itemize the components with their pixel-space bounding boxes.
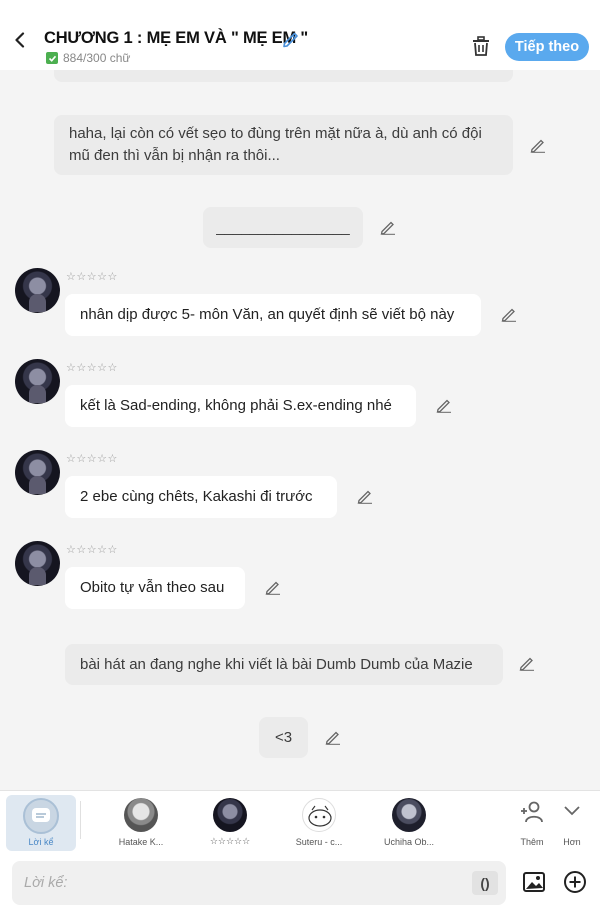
character-bubble[interactable]: Obito tự vẫn theo sau [65, 567, 245, 609]
message-text: 2 ebe cùng chêts, Kakashi đi trước [80, 488, 313, 505]
parenthesis-button[interactable]: () [472, 871, 498, 895]
message-text: nhân dịp được 5- môn Văn, an quyết định … [80, 306, 455, 323]
narration-bubble[interactable]: ________________ [203, 207, 363, 248]
edit-pencil-icon[interactable] [501, 306, 517, 322]
image-icon[interactable] [522, 870, 546, 894]
divider [80, 801, 81, 839]
word-count-text: 884/300 chữ [63, 51, 131, 65]
avatar [392, 798, 426, 832]
character-option-label: Hatake K... [118, 837, 164, 847]
chevron-down-icon [564, 806, 580, 816]
add-circle-icon[interactable] [563, 870, 587, 894]
message-text: Obito tự vẫn theo sau [80, 579, 225, 596]
message-text: bài hát an đang nghe khi viết là bài Dum… [80, 655, 473, 673]
character-name: ☆☆☆☆☆ [66, 543, 118, 556]
composer: Lời kể: () [0, 856, 600, 909]
check-icon [46, 52, 58, 64]
trash-icon[interactable] [470, 35, 492, 57]
add-label: Thêm [520, 837, 544, 847]
add-person-icon [521, 801, 543, 823]
character-avatar[interactable] [15, 268, 60, 313]
character-name: ☆☆☆☆☆ [66, 270, 118, 283]
character-bubble[interactable]: nhân dịp được 5- môn Văn, an quyết định … [65, 294, 481, 336]
message-text: ________________ [216, 218, 350, 236]
word-count: 884/300 chữ [46, 51, 130, 65]
character-option-uchiha[interactable]: Uchiha Ob... [374, 795, 444, 851]
character-name: ☆☆☆☆☆ [66, 361, 118, 374]
next-button[interactable]: Tiếp theo [505, 33, 589, 61]
narration-bubble[interactable]: haha, lại còn có vết sẹo to đùng trên mặ… [54, 115, 513, 175]
narration-bubble[interactable]: bài hát an đang nghe khi viết là bài Dum… [65, 644, 503, 685]
character-avatar[interactable] [15, 450, 60, 495]
narrator-icon [23, 798, 59, 834]
edit-pencil-icon[interactable] [436, 397, 452, 413]
edit-pencil-icon[interactable] [357, 488, 373, 504]
character-bubble[interactable]: kết là Sad-ending, không phải S.ex-endin… [65, 385, 416, 427]
edit-pencil-icon[interactable] [530, 137, 546, 153]
message-text: <3 [274, 728, 293, 746]
narration-bubble[interactable]: <3 [259, 717, 308, 758]
avatar [302, 798, 336, 832]
chat-area[interactable]: haha, lại còn có vết sẹo to đùng trên mặ… [0, 0, 600, 790]
edit-title-pencil-icon[interactable] [282, 30, 300, 48]
message-text: haha, lại còn có vết sẹo to đùng trên mặ… [69, 125, 482, 164]
character-bubble[interactable]: 2 ebe cùng chêts, Kakashi đi trước [65, 476, 337, 518]
message-input[interactable]: Lời kể: () [12, 861, 506, 905]
chapter-title[interactable]: CHƯƠNG 1 : MẸ EM VÀ " MẸ EM " [44, 29, 308, 48]
top-bar: CHƯƠNG 1 : MẸ EM VÀ " MẸ EM " 884/300 ch… [0, 0, 600, 70]
edit-pencil-icon[interactable] [265, 579, 281, 595]
more-label: Hơn [563, 837, 581, 847]
character-avatar[interactable] [15, 541, 60, 586]
character-option-hatake[interactable]: Hatake K... [106, 795, 176, 851]
edit-pencil-icon[interactable] [380, 219, 396, 235]
back-arrow-icon[interactable] [12, 32, 28, 48]
character-bar: Lời kể Hatake K... ☆☆☆☆☆ Suteru - c... U… [0, 790, 600, 856]
avatar [213, 798, 247, 832]
character-avatar[interactable] [15, 359, 60, 404]
character-option-label: ☆☆☆☆☆ [209, 837, 251, 847]
add-character-button[interactable]: Thêm [507, 795, 557, 851]
character-option-label: Uchiha Ob... [383, 837, 435, 847]
edit-pencil-icon[interactable] [325, 729, 341, 745]
input-placeholder: Lời kể: [24, 875, 68, 891]
avatar [124, 798, 158, 832]
character-option-label: Suteru - c... [295, 837, 343, 847]
more-button[interactable]: Hơn [552, 795, 592, 851]
character-option-narrator[interactable]: Lời kể [6, 795, 76, 851]
message-text: kết là Sad-ending, không phải S.ex-endin… [80, 397, 392, 414]
character-option-label: Lời kể [28, 837, 54, 847]
character-option-stars[interactable]: ☆☆☆☆☆ [195, 795, 265, 851]
character-name: ☆☆☆☆☆ [66, 452, 118, 465]
edit-pencil-icon[interactable] [519, 655, 535, 671]
character-option-suteru[interactable]: Suteru - c... [284, 795, 354, 851]
